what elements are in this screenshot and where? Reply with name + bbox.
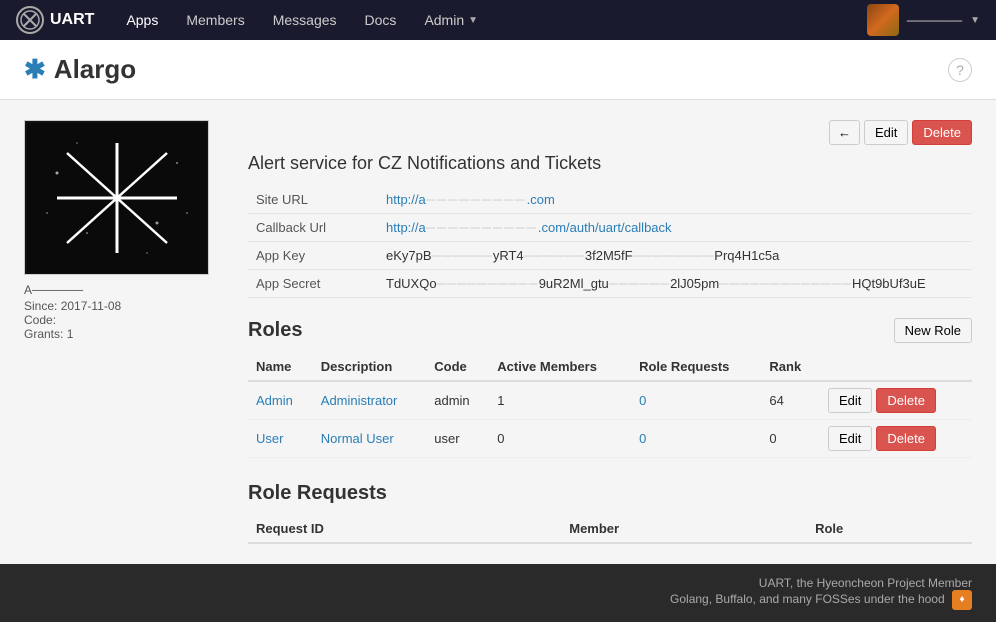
alert-service-title: Alert service for CZ Notifications and T… xyxy=(248,153,972,174)
title-asterisk: ✱ xyxy=(24,54,46,85)
col-name: Name xyxy=(248,353,313,381)
navbar: UART Apps Members Messages Docs Admin ▼ … xyxy=(0,0,996,40)
info-label-site-url: Site URL xyxy=(248,186,378,214)
role-requests-user: 0 xyxy=(631,420,761,458)
info-label-callback-url: Callback Url xyxy=(248,214,378,242)
user-delete-button[interactable]: Delete xyxy=(876,426,936,451)
info-row-site-url: Site URL http://a─────────.com xyxy=(248,186,972,214)
role-code-user: user xyxy=(426,420,489,458)
role-requests-header: Request ID Member Role xyxy=(248,515,972,543)
role-actions-admin: Edit Delete xyxy=(820,381,972,420)
avatar[interactable] xyxy=(867,4,899,36)
username-nav: ────── xyxy=(907,13,962,28)
role-members-admin: 1 xyxy=(489,381,631,420)
app-name-small: A────── xyxy=(24,283,224,297)
footer-icon: ♦ xyxy=(952,590,972,610)
navbar-nav: Apps Members Messages Docs Admin ▼ xyxy=(114,4,866,36)
admin-delete-button[interactable]: Delete xyxy=(876,388,936,413)
new-role-button[interactable]: New Role xyxy=(894,318,972,343)
nav-item-members[interactable]: Members xyxy=(174,4,256,36)
role-code-admin: admin xyxy=(426,381,489,420)
admin-dropdown-arrow: ▼ xyxy=(468,15,478,26)
info-label-app-secret: App Secret xyxy=(248,270,378,298)
col-active-members: Active Members xyxy=(489,353,631,381)
role-requests-admin: 0 xyxy=(631,381,761,420)
roles-title: Roles xyxy=(248,319,302,342)
back-button[interactable]: ← xyxy=(829,120,860,145)
avatar-image xyxy=(867,4,899,36)
role-name-admin: Admin xyxy=(248,381,313,420)
info-row-callback-url: Callback Url http://a──────────.com/auth… xyxy=(248,214,972,242)
col-role: Role xyxy=(807,515,972,543)
page-title: ✱ Alargo xyxy=(24,54,136,85)
page-header: ✱ Alargo ? xyxy=(0,40,996,100)
info-value-site-url: http://a─────────.com xyxy=(378,186,972,214)
role-name-user: User xyxy=(248,420,313,458)
app-since: Since: 2017-11-08 xyxy=(24,299,224,313)
roles-row-admin: Admin Administrator admin 1 0 64 Edit De… xyxy=(248,381,972,420)
info-label-app-key: App Key xyxy=(248,242,378,270)
user-dropdown-arrow: ▼ xyxy=(970,15,980,26)
title-text: Alargo xyxy=(54,54,136,85)
app-grants: Grants: 1 xyxy=(24,327,224,341)
edit-button[interactable]: Edit xyxy=(864,120,908,145)
role-rank-user: 0 xyxy=(761,420,820,458)
roles-header: Roles New Role xyxy=(248,318,972,343)
brand-label: UART xyxy=(50,11,94,29)
col-description: Description xyxy=(313,353,426,381)
col-role-requests: Role Requests xyxy=(631,353,761,381)
role-desc-admin: Administrator xyxy=(313,381,426,420)
footer-line2: Golang, Buffalo, and many FOSSes under t… xyxy=(24,590,972,610)
col-member: Member xyxy=(561,515,807,543)
info-value-callback-url: http://a──────────.com/auth/uart/callbac… xyxy=(378,214,972,242)
footer: UART, the Hyeoncheon Project Member Gola… xyxy=(0,564,996,622)
info-row-app-key: App Key eKy7pB──────yRT4──────3f2M5fF───… xyxy=(248,242,972,270)
main-content: A────── Since: 2017-11-08 Code: Grants: … xyxy=(0,100,996,564)
delete-button[interactable]: Delete xyxy=(912,120,972,145)
roles-table: Name Description Code Active Members Rol… xyxy=(248,353,972,458)
navbar-brand[interactable]: UART xyxy=(16,6,94,34)
logo-icon xyxy=(16,6,44,34)
nav-item-apps[interactable]: Apps xyxy=(114,4,170,36)
role-requests-table: Request ID Member Role xyxy=(248,515,972,544)
role-rank-admin: 64 xyxy=(761,381,820,420)
roles-table-header: Name Description Code Active Members Rol… xyxy=(248,353,972,381)
nav-right: ────── ▼ xyxy=(867,4,980,36)
role-actions-user: Edit Delete xyxy=(820,420,972,458)
edit-delete-bar: ← Edit Delete xyxy=(248,120,972,145)
role-requests-title: Role Requests xyxy=(248,482,972,505)
nav-item-admin[interactable]: Admin ▼ xyxy=(412,4,490,36)
col-request-id: Request ID xyxy=(248,515,561,543)
help-icon[interactable]: ? xyxy=(948,58,972,82)
roles-row-user: User Normal User user 0 0 0 Edit Delete xyxy=(248,420,972,458)
footer-line1: UART, the Hyeoncheon Project Member xyxy=(24,576,972,590)
user-edit-button[interactable]: Edit xyxy=(828,426,872,451)
nav-item-docs[interactable]: Docs xyxy=(353,4,409,36)
app-image xyxy=(24,120,209,275)
col-code: Code xyxy=(426,353,489,381)
role-desc-user: Normal User xyxy=(313,420,426,458)
right-panel: ← Edit Delete Alert service for CZ Notif… xyxy=(248,120,972,544)
info-row-app-secret: App Secret TdUXQo──────────9uR2Ml_gtu───… xyxy=(248,270,972,298)
info-value-app-secret: TdUXQo──────────9uR2Ml_gtu──────2lJ05pm─… xyxy=(378,270,972,298)
role-members-user: 0 xyxy=(489,420,631,458)
info-table: Site URL http://a─────────.com Callback … xyxy=(248,186,972,298)
left-panel: A────── Since: 2017-11-08 Code: Grants: … xyxy=(24,120,224,544)
col-actions xyxy=(820,353,972,381)
admin-edit-button[interactable]: Edit xyxy=(828,388,872,413)
col-rank: Rank xyxy=(761,353,820,381)
app-code: Code: xyxy=(24,313,224,327)
nav-item-messages[interactable]: Messages xyxy=(261,4,349,36)
info-value-app-key: eKy7pB──────yRT4──────3f2M5fF────────Prq… xyxy=(378,242,972,270)
